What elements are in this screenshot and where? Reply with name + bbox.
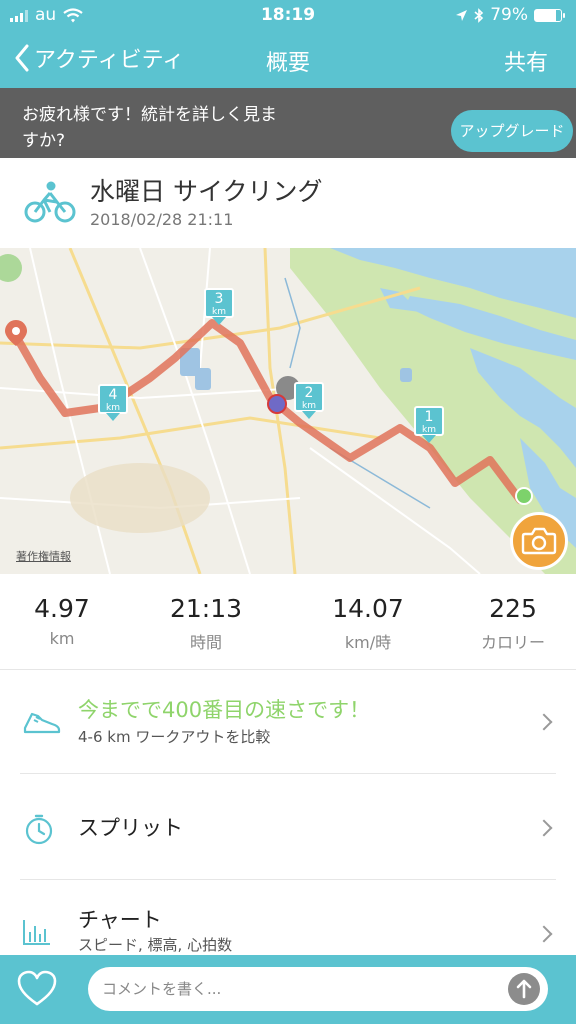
km-marker-1[interactable]: 1 km	[414, 406, 444, 443]
upgrade-banner: お疲れ様です！統計を詳しく見ますか? アップグレード	[0, 88, 576, 158]
camera-icon	[521, 527, 557, 555]
chart-title: チャート	[78, 908, 162, 932]
chevron-right-icon	[535, 819, 553, 837]
bicycle-icon	[24, 181, 76, 223]
comment-box	[88, 967, 548, 1011]
stat-speed: 14.07 km/時	[332, 594, 404, 652]
chevron-right-icon	[535, 925, 553, 943]
activity-datetime: 2018/02/28 21:11	[90, 210, 234, 229]
splits-title: スプリット	[78, 816, 183, 840]
send-button[interactable]	[508, 973, 540, 1005]
activity-title: 水曜日 サイクリング	[90, 177, 323, 206]
map-canvas	[0, 248, 576, 574]
chevron-right-icon	[535, 713, 553, 731]
activity-header: 水曜日 サイクリング 2018/02/28 21:11	[0, 158, 576, 248]
camera-button[interactable]	[510, 512, 568, 570]
status-right: 79%	[455, 5, 565, 25]
battery-percent: 79%	[490, 5, 528, 25]
battery-level	[535, 9, 556, 21]
splits-row[interactable]: スプリット	[0, 774, 576, 880]
comment-bar	[0, 955, 576, 1024]
bluetooth-icon	[474, 7, 484, 23]
km-marker-3[interactable]: 3 km	[204, 288, 234, 325]
upgrade-message: お疲れ様です！統計を詳しく見ますか?	[22, 105, 277, 151]
battery-icon	[534, 8, 565, 22]
achievement-title: 今までで400番目の速さです！	[78, 698, 371, 722]
stat-calories: 225 カロリー	[480, 594, 545, 652]
location-arrow-icon	[456, 9, 468, 21]
km-marker-4[interactable]: 4 km	[98, 384, 128, 421]
shoe-icon	[23, 712, 61, 734]
heart-icon[interactable]	[16, 969, 58, 1009]
route-map[interactable]: 1 km 2 km 3 km 4 km 著作権情報	[0, 248, 576, 574]
stats-summary: 4.97 km 21:13 時間 14.07 km/時 225 カロリー	[0, 586, 576, 670]
stat-duration: 21:13 時間	[169, 594, 243, 652]
upgrade-button[interactable]: アップグレード	[451, 110, 573, 152]
bar-chart-icon	[23, 920, 50, 945]
achievement-subtitle: 4-6 km ワークアウトを比較	[78, 728, 271, 746]
chart-row[interactable]: チャート スピード, 標高, 心拍数	[0, 880, 576, 955]
stopwatch-icon	[25, 814, 53, 845]
share-button[interactable]: 共有	[504, 45, 548, 77]
achievement-row[interactable]: 今までで400番目の速さです！ 4-6 km ワークアウトを比較	[0, 670, 576, 774]
nav-bar: アクティビティ 概要 共有	[0, 32, 576, 88]
send-arrow-icon	[516, 979, 532, 999]
comment-input[interactable]	[102, 967, 492, 1011]
back-chevron-icon	[15, 44, 29, 72]
back-label: アクティビティ	[34, 48, 185, 73]
chart-subtitle: スピード, 標高, 心拍数	[78, 936, 233, 954]
status-bar: au 18:19 79%	[0, 0, 576, 32]
back-button[interactable]: アクティビティ	[14, 42, 184, 74]
km-marker-2[interactable]: 2 km	[294, 382, 324, 419]
map-copyright-link[interactable]: 著作権情報	[16, 548, 71, 564]
stat-distance: 4.97 km	[34, 594, 90, 648]
